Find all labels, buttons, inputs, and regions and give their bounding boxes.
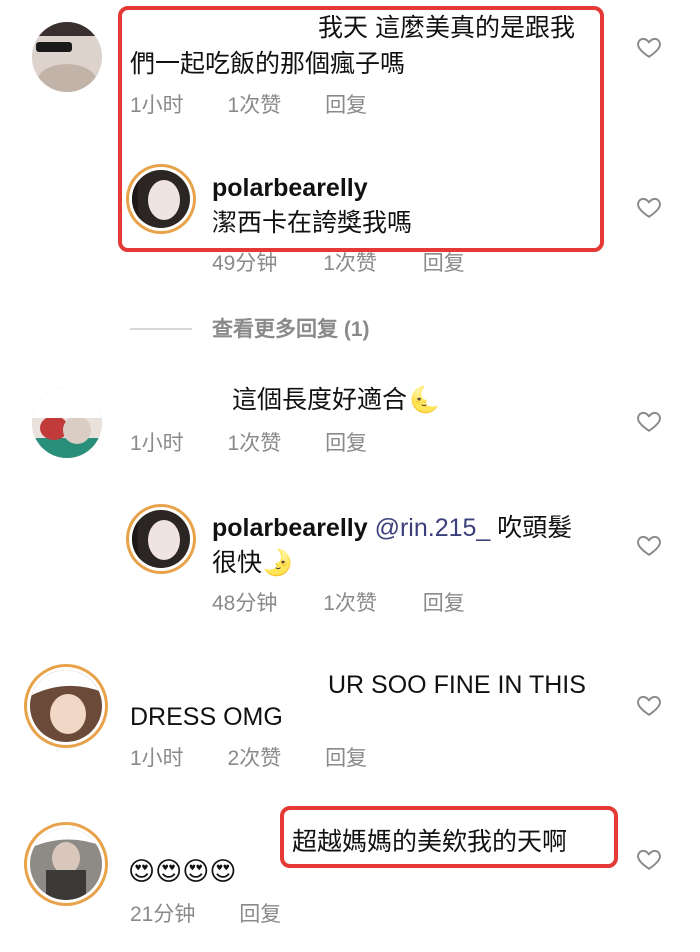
- reply-meta: 49分钟 1次赞 回复: [212, 251, 465, 277]
- avatar[interactable]: [32, 22, 102, 92]
- heart-outline-icon[interactable]: [636, 194, 662, 220]
- heart-eyes-emoji: 😍😍😍😍: [128, 856, 237, 886]
- divider-line: [130, 328, 192, 330]
- heart-outline-icon[interactable]: [636, 532, 662, 558]
- reply-button[interactable]: 回复: [325, 746, 367, 772]
- timestamp: 21分钟: [130, 903, 196, 926]
- moon-emoji: 🌛: [262, 549, 294, 577]
- reply-text-continued: 很快🌛: [212, 549, 294, 577]
- avatar-polarbearelly[interactable]: [132, 510, 190, 568]
- like-count[interactable]: 1次赞: [323, 251, 377, 277]
- timestamp: 48分钟: [212, 592, 278, 615]
- avatar-image: [32, 388, 102, 458]
- view-more-replies-button[interactable]: 查看更多回复 (1): [212, 317, 370, 343]
- comment-meta: 1小时 2次赞 回复: [130, 746, 367, 772]
- timestamp: 1小时: [130, 747, 184, 770]
- timestamp: 49分钟: [212, 252, 278, 275]
- avatar-image: [32, 22, 102, 92]
- like-count[interactable]: 1次赞: [323, 591, 377, 617]
- avatar[interactable]: [30, 828, 102, 900]
- highlight-box: [280, 806, 618, 868]
- comment-text: UR SOO FINE IN THIS: [328, 671, 586, 699]
- reply-text: polarbearelly @rin.215_ 吹頭髮: [212, 514, 573, 542]
- avatar-image: [30, 828, 102, 900]
- heart-outline-icon[interactable]: [636, 408, 662, 434]
- heart-outline-icon[interactable]: [636, 34, 662, 60]
- heart-outline-icon[interactable]: [636, 846, 662, 872]
- timestamp: 1小时: [130, 432, 184, 455]
- like-count[interactable]: 1次赞: [228, 431, 282, 457]
- avatar-image: [132, 510, 190, 568]
- avatar[interactable]: [32, 388, 102, 458]
- comment-text: 這個長度好適合🌜: [232, 386, 441, 414]
- reply-meta: 48分钟 1次赞 回复: [212, 591, 465, 617]
- mention-link[interactable]: @rin.215_: [375, 514, 491, 542]
- moon-emoji: 🌜: [409, 386, 441, 414]
- reply-button[interactable]: 回复: [325, 431, 367, 457]
- like-count[interactable]: 2次赞: [228, 746, 282, 772]
- avatar-image: [30, 670, 102, 742]
- reply-button[interactable]: 回复: [423, 591, 465, 617]
- reply-button[interactable]: 回复: [423, 251, 465, 277]
- heart-outline-icon[interactable]: [636, 692, 662, 718]
- reply-username[interactable]: polarbearelly: [212, 514, 368, 542]
- reply-button[interactable]: 回复: [239, 902, 281, 928]
- comment-text-continued: DRESS OMG: [130, 703, 283, 731]
- avatar[interactable]: [30, 670, 102, 742]
- comment-meta: 21分钟 回复: [130, 902, 281, 928]
- comment-meta: 1小时 1次赞 回复: [130, 431, 367, 457]
- highlight-box: [118, 6, 604, 252]
